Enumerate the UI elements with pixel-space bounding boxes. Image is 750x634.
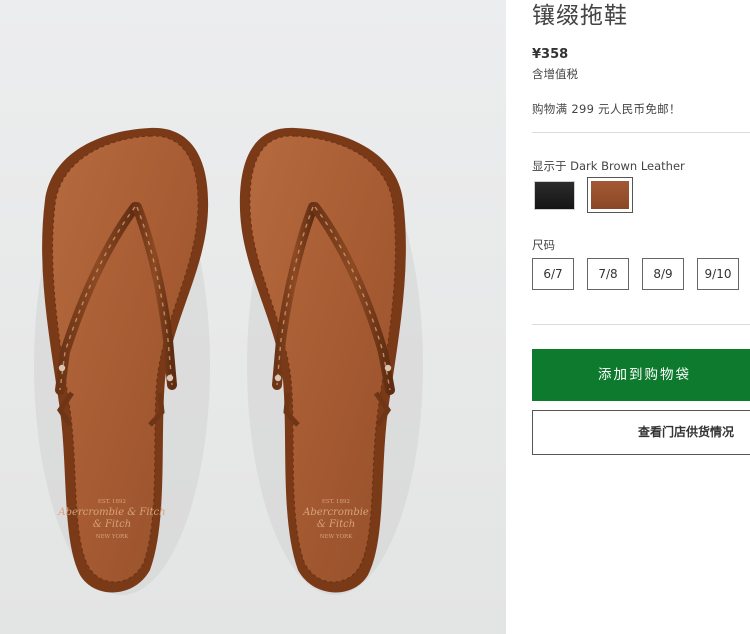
color-swatch-black[interactable] [534, 181, 575, 210]
sandals-illustration: EST. 1892 Abercrombie & Fitch & Fitch NE… [34, 127, 423, 595]
swatch-fill [591, 181, 629, 209]
size-option[interactable]: 8/9 [642, 258, 684, 290]
tax-note: 含增值税 [532, 67, 578, 81]
product-details: 镶缀拖鞋 ¥358 含增值税 购物满 299 元人民币免邮！ 显示于 Dark … [532, 0, 750, 634]
svg-text:Abercrombie & Fitch: Abercrombie & Fitch [57, 507, 165, 518]
size-option[interactable]: 7/8 [587, 258, 629, 290]
size-option[interactable]: 9/10 [697, 258, 739, 290]
svg-text:Abercrombie: Abercrombie [302, 507, 369, 518]
divider [532, 132, 750, 133]
svg-text:NEW YORK: NEW YORK [320, 534, 354, 540]
add-to-bag-button[interactable]: 添加到购物袋 [532, 349, 750, 401]
product-image: EST. 1892 Abercrombie & Fitch & Fitch NE… [0, 0, 506, 634]
product-price: ¥358 [532, 47, 569, 62]
svg-text:EST. 1892: EST. 1892 [322, 499, 350, 505]
svg-text:& Fitch: & Fitch [317, 519, 355, 530]
size-label: 尺码 [532, 238, 555, 252]
svg-text:NEW YORK: NEW YORK [96, 534, 130, 540]
color-label: 显示于 Dark Brown Leather [532, 159, 685, 173]
divider [532, 324, 750, 325]
store-availability-button[interactable]: 查看门店供货情况 [532, 410, 750, 455]
free-shipping-promo: 购物满 299 元人民币免邮！ [532, 102, 681, 116]
svg-text:& Fitch: & Fitch [93, 519, 131, 530]
color-swatch-dark-brown-leather[interactable] [587, 177, 633, 213]
size-option[interactable]: 6/7 [532, 258, 574, 290]
svg-text:EST. 1892: EST. 1892 [98, 499, 126, 505]
product-title: 镶缀拖鞋 [532, 3, 628, 29]
